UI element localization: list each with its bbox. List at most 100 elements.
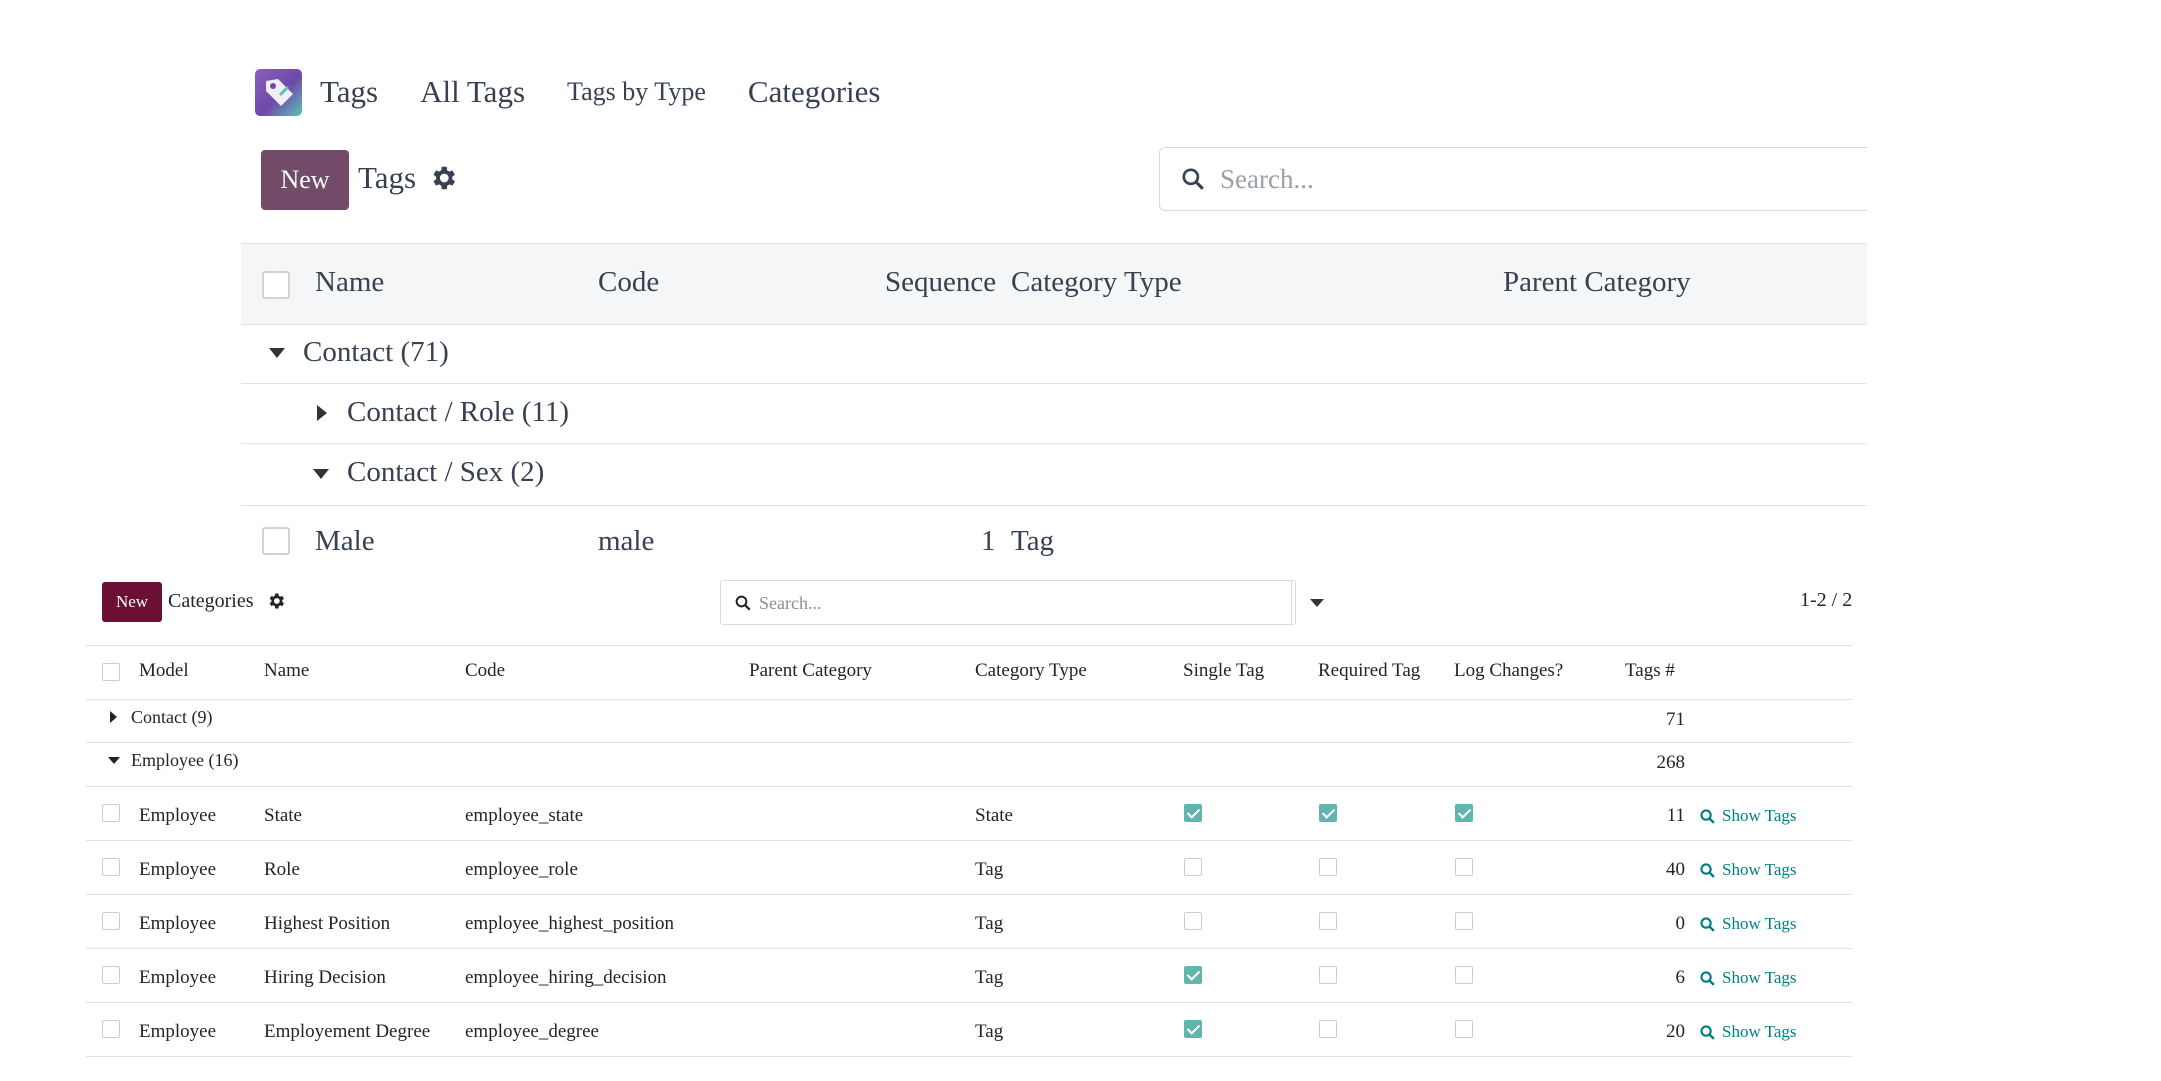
header-bottom-divider	[86, 699, 1852, 700]
breadcrumb: Tags	[358, 160, 417, 195]
col-sequence[interactable]: Sequence	[885, 266, 996, 299]
search-input[interactable]: Search...	[1159, 147, 1867, 211]
group-count: 71	[1666, 709, 1685, 730]
col-code[interactable]: Code	[465, 660, 505, 682]
nav-categories[interactable]: Categories	[748, 74, 881, 110]
required-tag-checkbox[interactable]	[1319, 912, 1337, 930]
col-parent-category[interactable]: Parent Category	[1503, 266, 1691, 299]
cell-code: employee_degree	[465, 1021, 599, 1042]
nav-all-tags[interactable]: All Tags	[420, 74, 525, 110]
group-row[interactable]: Contact / Role (11)	[241, 383, 1867, 444]
group-label: Contact (71)	[303, 336, 449, 368]
row-divider	[86, 742, 1852, 743]
magnifier-icon	[1700, 970, 1715, 986]
col-parent-category[interactable]: Parent Category	[749, 660, 872, 682]
cell-category-type: Tag	[975, 1021, 1004, 1042]
col-name[interactable]: Name	[264, 660, 309, 682]
group-count: 268	[1656, 752, 1686, 773]
single-tag-checkbox[interactable]	[1184, 1020, 1202, 1038]
col-required-tag[interactable]: Required Tag	[1318, 660, 1420, 682]
log-changes-checkbox[interactable]	[1455, 912, 1473, 930]
show-tags-button[interactable]: Show Tags	[1699, 1022, 1797, 1042]
new-button[interactable]: New	[102, 582, 162, 622]
cell-tags-count: 11	[1666, 805, 1685, 826]
caret-down-icon	[313, 469, 329, 479]
row-divider	[86, 1002, 1852, 1003]
col-code[interactable]: Code	[598, 266, 659, 299]
tags-list-view: Tags All Tags Tags by Type Categories Ne…	[241, 0, 1867, 575]
row-checkbox[interactable]	[102, 966, 120, 984]
nav-tags-by-type[interactable]: Tags by Type	[567, 77, 706, 107]
breadcrumb: Categories	[168, 590, 254, 612]
caret-down-icon[interactable]	[1310, 599, 1324, 607]
cell-model: Employee	[139, 805, 217, 826]
col-log-changes[interactable]: Log Changes?	[1454, 660, 1563, 682]
log-changes-checkbox[interactable]	[1455, 966, 1473, 984]
search-placeholder: Search...	[759, 593, 822, 613]
required-tag-checkbox[interactable]	[1319, 858, 1337, 876]
row-checkbox[interactable]	[102, 858, 120, 876]
show-tags-button[interactable]: Show Tags	[1699, 968, 1797, 988]
cell-code: employee_hiring_decision	[465, 967, 667, 988]
search-input[interactable]: Search...	[720, 580, 1324, 625]
top-navbar: Tags All Tags Tags by Type Categories	[255, 68, 922, 116]
row-checkbox[interactable]	[262, 527, 290, 555]
single-tag-checkbox[interactable]	[1184, 912, 1202, 930]
cell-code: employee_highest_position	[465, 913, 674, 934]
col-category-type[interactable]: Category Type	[975, 660, 1087, 682]
log-changes-checkbox[interactable]	[1455, 804, 1473, 822]
group-row[interactable]: Contact (71)	[241, 323, 1867, 384]
select-all-checkbox[interactable]	[262, 271, 290, 299]
col-model[interactable]: Model	[139, 660, 189, 682]
show-tags-button[interactable]: Show Tags	[1699, 914, 1797, 934]
single-tag-checkbox[interactable]	[1184, 966, 1202, 984]
pager[interactable]: 1-2 / 2	[1800, 589, 1852, 612]
col-single-tag[interactable]: Single Tag	[1183, 660, 1264, 682]
group-row[interactable]: Contact / Sex (2)	[241, 443, 1867, 506]
caret-down-icon	[269, 348, 285, 358]
categories-list-view: New Categories Search... 1-2 / 2 Model N…	[86, 575, 1852, 1081]
col-tags-count[interactable]: Tags #	[1625, 660, 1675, 682]
tag-app-logo-icon[interactable]	[255, 68, 302, 116]
gear-icon[interactable]	[266, 591, 286, 611]
single-tag-checkbox[interactable]	[1184, 804, 1202, 822]
cell-category-type: State	[975, 805, 1013, 826]
new-button[interactable]: New	[261, 150, 349, 210]
cell-category-type: Tag	[975, 913, 1004, 934]
show-tags-button[interactable]: Show Tags	[1699, 806, 1797, 826]
cell-model: Employee	[139, 859, 217, 880]
show-tags-button[interactable]: Show Tags	[1699, 860, 1797, 880]
search-placeholder: Search...	[1220, 163, 1314, 194]
show-tags-label: Show Tags	[1722, 968, 1797, 987]
cell-tags-count: 20	[1666, 1021, 1685, 1042]
select-all-checkbox[interactable]	[102, 663, 120, 681]
required-tag-checkbox[interactable]	[1319, 804, 1337, 822]
gear-icon[interactable]	[428, 163, 458, 193]
single-tag-checkbox[interactable]	[1184, 858, 1202, 876]
cell-model: Employee	[139, 913, 217, 934]
cell-name: Hiring Decision	[264, 967, 386, 988]
group-label: Contact / Role (11)	[347, 396, 570, 428]
required-tag-checkbox[interactable]	[1319, 966, 1337, 984]
table-row[interactable]: Male male 1 Tag	[241, 507, 1867, 575]
log-changes-checkbox[interactable]	[1455, 1020, 1473, 1038]
col-name[interactable]: Name	[315, 266, 384, 299]
log-changes-checkbox[interactable]	[1455, 858, 1473, 876]
row-divider	[86, 786, 1852, 787]
row-checkbox[interactable]	[102, 912, 120, 930]
cell-model: Employee	[139, 1021, 217, 1042]
row-checkbox[interactable]	[102, 804, 120, 822]
required-tag-checkbox[interactable]	[1319, 1020, 1337, 1038]
caret-right-icon	[110, 711, 117, 723]
row-checkbox[interactable]	[102, 1020, 120, 1038]
app-name[interactable]: Tags	[320, 74, 378, 110]
group-label: Contact / Sex (2)	[347, 456, 545, 488]
show-tags-label: Show Tags	[1722, 1022, 1797, 1041]
cell-category-type: Tag	[975, 859, 1004, 880]
col-category-type[interactable]: Category Type	[1011, 266, 1182, 299]
search-divider	[1291, 581, 1292, 624]
cell-category-type: Tag	[975, 967, 1004, 988]
magnifier-icon	[1700, 808, 1715, 824]
row-divider	[86, 840, 1852, 841]
show-tags-label: Show Tags	[1722, 914, 1797, 933]
